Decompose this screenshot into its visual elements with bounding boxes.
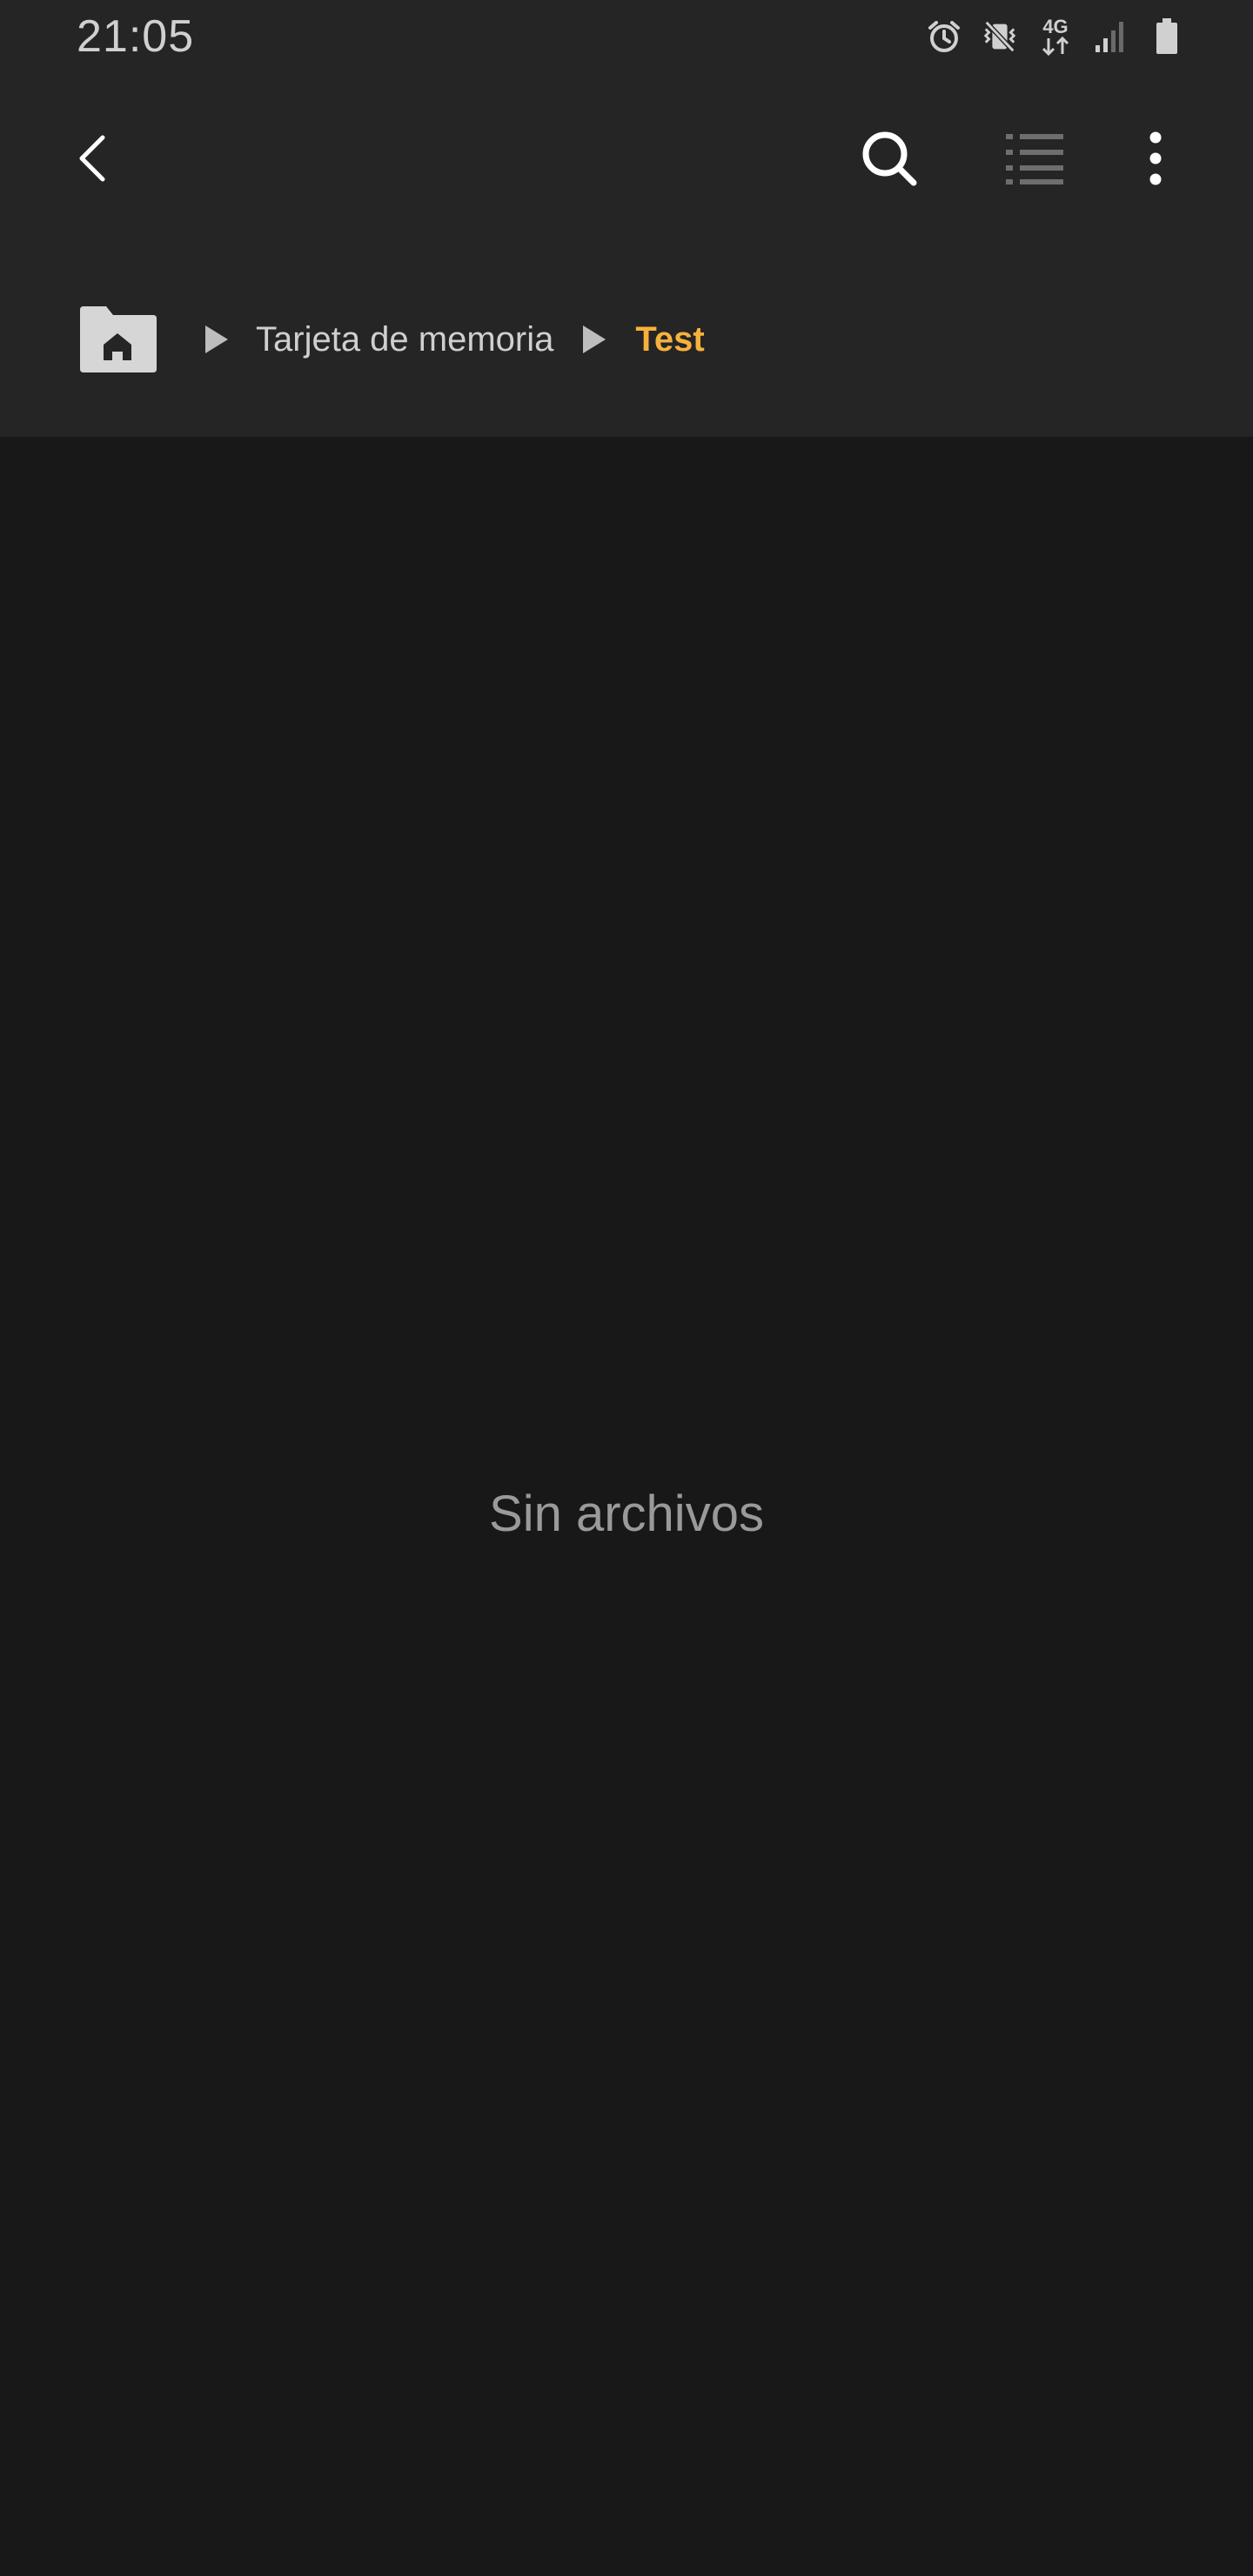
home-folder-button[interactable] bbox=[77, 305, 158, 374]
empty-state-message: Sin archivos bbox=[489, 1486, 764, 1542]
status-bar: 21:05 4G bbox=[0, 0, 1253, 73]
home-folder-icon bbox=[80, 306, 157, 372]
breadcrumb-item-current[interactable]: Test bbox=[635, 303, 704, 376]
app-header: 21:05 4G Tarjeta de memoria Test bbox=[0, 0, 1253, 437]
search-button[interactable] bbox=[835, 104, 943, 212]
signal-icon bbox=[1093, 16, 1129, 57]
list-view-button[interactable] bbox=[982, 104, 1089, 212]
breadcrumb: Tarjeta de memoria Test bbox=[77, 303, 705, 376]
status-icons: 4G bbox=[926, 12, 1185, 61]
file-browser-screen: 21:05 4G Tarjeta de memoria Test Sin arc… bbox=[0, 0, 1253, 2576]
more-options-icon bbox=[1149, 131, 1162, 185]
battery-icon bbox=[1149, 16, 1185, 57]
4g-data-icon: 4G bbox=[1037, 16, 1074, 57]
list-view-icon bbox=[1006, 134, 1063, 184]
more-options-button[interactable] bbox=[1102, 104, 1209, 212]
alarm-icon bbox=[926, 16, 962, 57]
back-button[interactable] bbox=[42, 104, 150, 212]
breadcrumb-item-memory-card[interactable]: Tarjeta de memoria bbox=[256, 303, 553, 376]
status-time: 21:05 bbox=[77, 11, 195, 62]
toolbar bbox=[0, 104, 1253, 212]
breadcrumb-separator-icon bbox=[580, 303, 609, 376]
search-icon bbox=[862, 131, 917, 186]
breadcrumb-separator-icon bbox=[202, 303, 231, 376]
back-icon bbox=[79, 135, 105, 182]
vibrate-mute-icon bbox=[982, 16, 1018, 57]
network-type-label: 4G bbox=[1042, 16, 1069, 37]
